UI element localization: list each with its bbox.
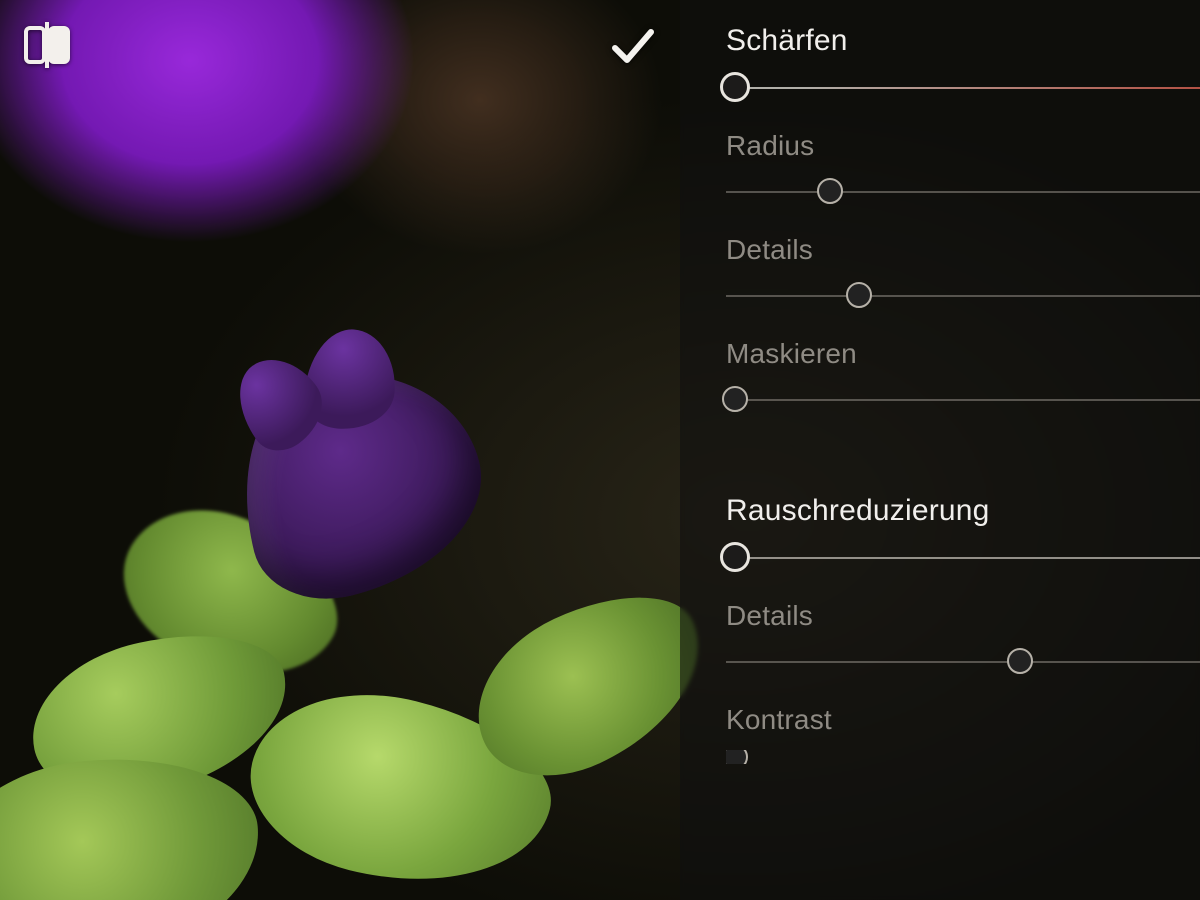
slider-thumb[interactable] — [720, 542, 750, 572]
checkmark-icon — [605, 61, 661, 78]
slider-track[interactable] — [726, 750, 1200, 764]
slider-track[interactable] — [726, 176, 1200, 206]
slider-label: Details — [726, 234, 1200, 266]
slider-thumb[interactable] — [1007, 648, 1033, 674]
slider-track[interactable] — [726, 646, 1200, 676]
slider-nr-details: Details — [726, 600, 1200, 676]
slider-track-line — [726, 87, 1200, 89]
slider-radius: Radius — [726, 130, 1200, 206]
slider-track[interactable] — [726, 280, 1200, 310]
slider-nr-contrast: Kontrast — [726, 704, 1200, 764]
slider-thumb[interactable] — [726, 750, 748, 764]
detail-panel: Schärfen Radius Details Maskieren Rausch… — [680, 0, 1200, 900]
slider-sharpen: Schärfen — [726, 24, 1200, 102]
slider-thumb[interactable] — [846, 282, 872, 308]
compare-before-after-button[interactable] — [20, 22, 74, 68]
slider-thumb[interactable] — [817, 178, 843, 204]
slider-masking: Maskieren — [726, 338, 1200, 414]
slider-track-line — [726, 295, 1200, 297]
slider-label: Radius — [726, 130, 1200, 162]
slider-track[interactable] — [726, 384, 1200, 414]
slider-label: Maskieren — [726, 338, 1200, 370]
slider-track-line — [726, 399, 1200, 401]
slider-label: Schärfen — [726, 24, 1200, 58]
slider-track-line — [726, 557, 1200, 559]
slider-track-line — [726, 191, 1200, 193]
slider-thumb[interactable] — [720, 72, 750, 102]
slider-track-line — [726, 661, 1200, 663]
slider-label: Rauschreduzierung — [726, 494, 1200, 528]
slider-label: Kontrast — [726, 704, 1200, 736]
slider-track[interactable] — [726, 72, 1200, 102]
slider-details: Details — [726, 234, 1200, 310]
slider-thumb[interactable] — [722, 386, 748, 412]
section-gap — [726, 442, 1200, 494]
slider-label: Details — [726, 600, 1200, 632]
compare-icon — [20, 55, 74, 72]
slider-track[interactable] — [726, 542, 1200, 572]
apply-button[interactable] — [605, 18, 661, 74]
slider-noise-reduction: Rauschreduzierung — [726, 494, 1200, 572]
